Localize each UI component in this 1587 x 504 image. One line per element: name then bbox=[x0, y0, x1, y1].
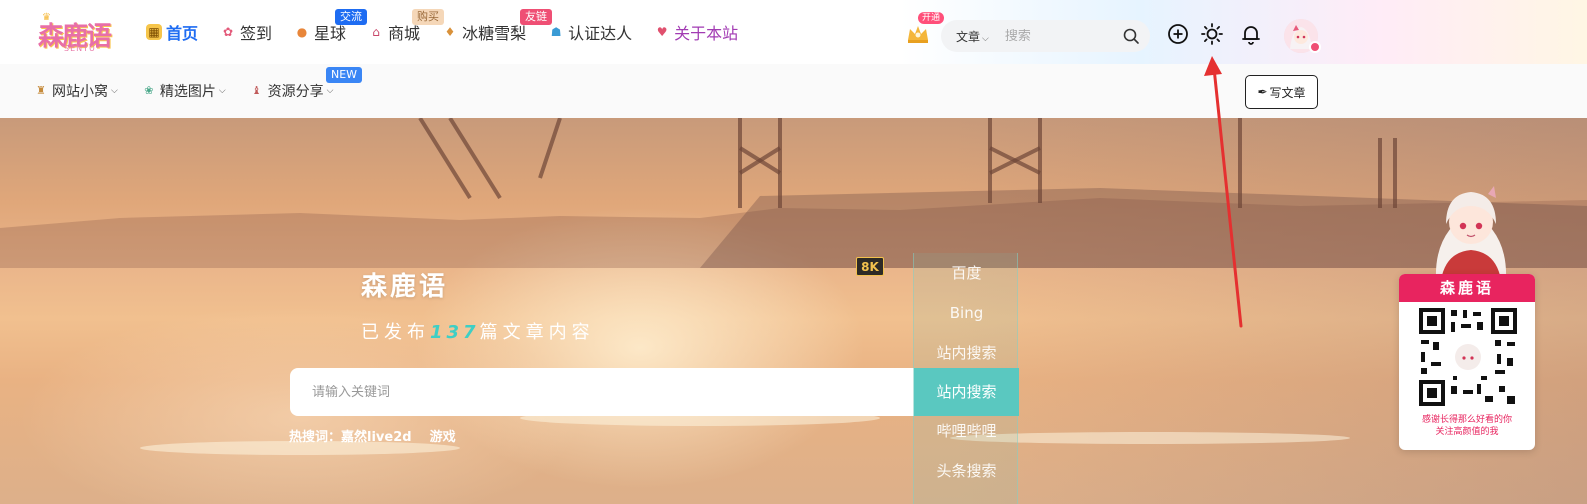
engine-toutiao[interactable]: 头条搜索 bbox=[914, 451, 1019, 491]
nav-item-verified[interactable]: ☗ 认证达人 bbox=[548, 12, 632, 52]
qr-code-image bbox=[1417, 306, 1519, 408]
engine-bing[interactable]: Bing bbox=[914, 293, 1019, 333]
nav-item-home[interactable]: ▦ 首页 bbox=[146, 12, 198, 52]
hero-banner: 森鹿语 已发布137篇文章内容 8K 百度 Bing 站内搜索 站内搜索 哔哩哔… bbox=[0, 118, 1587, 504]
engine-baidu[interactable]: 百度 bbox=[914, 253, 1019, 293]
theme-sun-icon[interactable] bbox=[1200, 22, 1224, 46]
badge-buy: 购买 bbox=[412, 9, 444, 25]
resource-icon: ♝ bbox=[251, 84, 262, 97]
nav-item-label: 首页 bbox=[166, 24, 199, 43]
engine-site-search[interactable]: 站内搜索 bbox=[914, 333, 1019, 373]
nav-item-checkin[interactable]: ✿ 签到 bbox=[220, 12, 272, 52]
sub-nav: ♜ 网站小窝 ⌵ ❀ 精选图片 ⌵ ♝ 资源分享 ⌵ NEW bbox=[0, 64, 1587, 118]
planet-icon: ● bbox=[296, 25, 308, 39]
hero-title: 森鹿语 bbox=[361, 272, 449, 302]
add-icon[interactable] bbox=[1166, 22, 1190, 46]
bell-icon[interactable] bbox=[1239, 22, 1263, 46]
search-icon[interactable] bbox=[1122, 27, 1140, 45]
chevron-down-icon: ⌵ bbox=[982, 33, 989, 44]
verified-icon: ☗ bbox=[550, 25, 562, 39]
engine-site-search-active[interactable]: 站内搜索 bbox=[914, 368, 1019, 416]
qr-card-title: 森鹿语 bbox=[1399, 274, 1535, 302]
article-count: 137 bbox=[430, 322, 480, 343]
subnav-item-label: 资源分享 bbox=[267, 84, 324, 100]
badge-exchange: 交流 bbox=[335, 9, 367, 25]
search-type-select[interactable]: 文章 ⌵ bbox=[956, 28, 989, 45]
badge-friendlink: 友链 bbox=[520, 9, 552, 25]
checkin-icon: ✿ bbox=[222, 25, 234, 39]
hero-search-input[interactable] bbox=[312, 384, 892, 400]
verified-badge-icon bbox=[1309, 41, 1321, 53]
new-badge: NEW bbox=[326, 67, 363, 83]
hot-search-words: 热搜词： 嘉然live2d 游戏 bbox=[289, 426, 474, 445]
qr-caption-line2: 关注高颜值的我 bbox=[1435, 427, 1499, 437]
chevron-down-icon: ⌵ bbox=[111, 86, 118, 96]
feather-pen-icon: ✒ bbox=[1257, 85, 1268, 99]
logo-subtext: SENYU bbox=[64, 44, 96, 53]
header-search: 文章 ⌵ bbox=[941, 20, 1150, 52]
nav-item-about[interactable]: ♥ 关于本站 bbox=[654, 12, 738, 52]
image-icon: ❀ bbox=[144, 84, 154, 97]
hot-word-link[interactable]: 游戏 bbox=[430, 426, 456, 445]
hero-subtitle-prefix: 已发布 bbox=[361, 322, 430, 343]
qr-code-card[interactable]: 森鹿语 感谢长得那么好看的你 关注高颜值的我 bbox=[1399, 274, 1535, 450]
search-engine-list: 百度 Bing 站内搜索 站内搜索 哔哩哔哩 头条搜索 bbox=[913, 253, 1019, 504]
subnav-item-nest[interactable]: ♜ 网站小窝 ⌵ bbox=[34, 81, 118, 101]
pear-icon: ♦ bbox=[444, 25, 456, 39]
8k-badge: 8K bbox=[856, 257, 884, 276]
qr-caption: 感谢长得那么好看的你 关注高颜值的我 bbox=[1399, 414, 1535, 438]
nav-item-label: 关于本站 bbox=[674, 24, 739, 43]
chevron-down-icon: ⌵ bbox=[218, 86, 226, 96]
house-icon: ♜ bbox=[36, 84, 46, 97]
engine-bilibili[interactable]: 哔哩哔哩 bbox=[914, 411, 1019, 451]
write-article-label: 写文章 bbox=[1269, 85, 1306, 100]
subnav-item-resources[interactable]: ♝ 资源分享 ⌵ bbox=[250, 81, 334, 101]
nav-item-label: 签到 bbox=[240, 24, 273, 43]
top-header: ♛ 森鹿语 SENYU ▦ 首页 ✿ 签到 ● 星球 ⌂ 商城 ♦ 冰糖雪梨 ☗… bbox=[0, 0, 1587, 64]
harbor-background-image bbox=[0, 118, 1587, 455]
qr-caption-line1: 感谢长得那么好看的你 bbox=[1421, 415, 1512, 425]
header-search-input[interactable] bbox=[1004, 28, 1105, 44]
shop-icon: ⌂ bbox=[372, 25, 380, 39]
nav-item-pear[interactable]: ♦ 冰糖雪梨 bbox=[442, 12, 526, 52]
hot-search-label: 热搜词： bbox=[289, 430, 342, 445]
mascot-girl-image bbox=[1435, 186, 1507, 280]
vip-open-badge: 开通 bbox=[918, 12, 945, 24]
nav-item-label: 认证达人 bbox=[568, 24, 633, 43]
hero-subtitle-suffix: 篇文章内容 bbox=[479, 322, 595, 343]
about-icon: ♥ bbox=[656, 25, 668, 39]
site-logo[interactable]: ♛ 森鹿语 SENYU bbox=[38, 12, 118, 54]
hot-word-link[interactable]: 嘉然live2d bbox=[341, 426, 412, 445]
main-nav: ▦ 首页 ✿ 签到 ● 星球 ⌂ 商城 ♦ 冰糖雪梨 ☗ 认证达人 ♥ 关于本站 bbox=[146, 0, 760, 64]
write-article-button[interactable]: ✒ 写文章 bbox=[1245, 75, 1318, 109]
subnav-item-label: 精选图片 bbox=[159, 84, 216, 100]
subnav-item-images[interactable]: ❀ 精选图片 ⌵ bbox=[142, 81, 226, 101]
subnav-item-label: 网站小窝 bbox=[52, 84, 108, 100]
nav-item-label: 冰糖雪梨 bbox=[462, 24, 527, 43]
hero-search-box bbox=[290, 368, 914, 416]
chevron-down-icon: ⌵ bbox=[326, 86, 334, 96]
home-icon: ▦ bbox=[146, 24, 162, 40]
sub-nav-items: ♜ 网站小窝 ⌵ ❀ 精选图片 ⌵ ♝ 资源分享 ⌵ bbox=[34, 64, 357, 118]
hero-subtitle: 已发布137篇文章内容 bbox=[361, 318, 595, 344]
